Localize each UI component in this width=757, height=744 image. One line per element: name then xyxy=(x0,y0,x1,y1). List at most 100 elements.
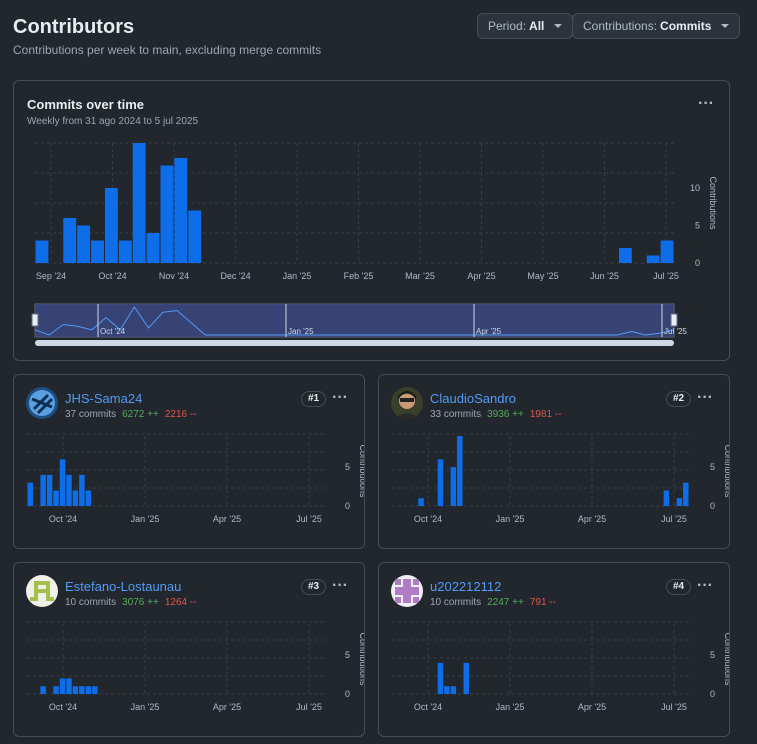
rank-badge: #1 xyxy=(301,391,327,407)
range-handle-right[interactable] xyxy=(670,313,678,327)
contributions-prefix: Contributions: xyxy=(583,19,658,33)
bar xyxy=(59,678,66,694)
x-tick-label: Oct '24 xyxy=(414,514,442,524)
range-tick-label: Jul '25 xyxy=(664,327,687,336)
page-subtitle: Contributions per week to main, excludin… xyxy=(13,43,322,57)
x-tick-label: Apr '25 xyxy=(213,514,241,524)
y-tick-label: 5 xyxy=(710,462,715,472)
contributor-name-link[interactable]: ClaudioSandro xyxy=(430,391,516,406)
bar xyxy=(85,490,92,506)
bar xyxy=(77,225,91,263)
x-tick-label: Jan '25 xyxy=(496,514,525,524)
period-value: All xyxy=(529,19,545,33)
more-options-icon[interactable]: ··· xyxy=(697,578,713,594)
avatar[interactable] xyxy=(26,575,58,607)
main-chart: Sep '24 Oct '24 Nov '24 Dec '24 Jan '25 Feb '… xyxy=(31,142,718,346)
bar xyxy=(457,436,463,506)
bar xyxy=(53,686,59,694)
bar xyxy=(91,240,104,263)
y-tick-label: 5 xyxy=(345,462,350,472)
avatar[interactable] xyxy=(391,575,423,607)
bar xyxy=(450,467,457,506)
y-axis-label: Contributions xyxy=(723,444,729,498)
bar xyxy=(53,490,59,506)
x-tick-label: Mar '25 xyxy=(405,271,435,281)
x-tick-label: Feb '25 xyxy=(344,271,374,281)
bar xyxy=(35,240,49,263)
contributor-chart: Oct '24 Jan '25 Apr '25 Jul '25 0 5 Contributi… xyxy=(392,433,729,524)
deletions: 791 -- xyxy=(529,597,556,608)
contributor-card: Estefano-Lostaunau 10 commits 3076 ++ 1264… xyxy=(13,562,365,737)
more-options-icon[interactable]: ··· xyxy=(332,578,348,594)
x-tick-label: May '25 xyxy=(527,271,558,281)
y-tick-label: 5 xyxy=(710,650,715,660)
additions: 3076 ++ xyxy=(122,597,159,608)
rank-badge: #2 xyxy=(666,391,692,407)
x-tick-label: Sep '24 xyxy=(36,271,66,281)
x-tick-label: Apr '25 xyxy=(213,702,241,712)
more-options-icon[interactable]: ··· xyxy=(698,96,714,112)
bar xyxy=(59,459,66,506)
contributor-name-link[interactable]: JHS-Sama24 xyxy=(65,391,142,406)
more-options-icon[interactable]: ··· xyxy=(332,390,348,406)
x-tick-label: Jun '25 xyxy=(590,271,619,281)
chart-title: Commits over time xyxy=(27,97,145,112)
bar xyxy=(437,459,444,506)
contributor-stats: 37 commits 6272 ++ 2216 -- xyxy=(65,409,197,420)
additions: 3936 ++ xyxy=(487,409,524,420)
x-tick-label: Nov '24 xyxy=(159,271,189,281)
x-tick-label: Jul '25 xyxy=(661,702,687,712)
contributor-chart: Oct '24 Jan '25 Apr '25 Jul '25 0 5 Contributi… xyxy=(392,621,729,712)
commit-count[interactable]: 33 commits xyxy=(430,409,481,420)
bar xyxy=(132,143,146,263)
bar xyxy=(40,474,46,506)
avatar[interactable] xyxy=(391,387,423,419)
bar xyxy=(46,474,53,506)
y-tick-label: 0 xyxy=(710,689,715,699)
x-tick-label: Jan '25 xyxy=(283,271,312,281)
range-handle-left[interactable] xyxy=(31,313,39,327)
x-tick-label: Jul '25 xyxy=(296,702,322,712)
rank-badge: #4 xyxy=(666,579,692,595)
x-tick-label: Apr '25 xyxy=(578,514,606,524)
contributions-dropdown[interactable]: Contributions: Commits xyxy=(572,13,741,39)
bar xyxy=(92,686,98,694)
x-tick-label: Oct '24 xyxy=(49,702,77,712)
bar xyxy=(676,498,683,506)
bar xyxy=(660,240,674,263)
more-options-icon[interactable]: ··· xyxy=(697,390,713,406)
bar xyxy=(463,662,469,694)
contributor-chart: Oct '24 Jan '25 Apr '25 Jul '25 0 5 Contributi… xyxy=(27,621,364,712)
commit-count[interactable]: 37 commits xyxy=(65,409,116,420)
y-tick-label: 0 xyxy=(710,501,715,511)
x-tick-label: Oct '24 xyxy=(98,271,126,281)
x-tick-label: Oct '24 xyxy=(414,702,442,712)
bar xyxy=(66,678,72,694)
contributor-name-link[interactable]: Estefano-Lostaunau xyxy=(65,579,181,594)
x-tick-label: Jul '25 xyxy=(296,514,322,524)
avatar[interactable] xyxy=(26,387,58,419)
contributor-card: u202212112 10 commits 2247 ++ 791 -- #4 ··… xyxy=(378,562,730,737)
chevron-down-icon xyxy=(721,24,730,28)
range-tick-label: Apr '25 xyxy=(476,327,502,336)
chart-subtitle: Weekly from 31 ago 2024 to 5 jul 2025 xyxy=(27,116,199,127)
bar xyxy=(85,686,92,694)
additions: 6272 ++ xyxy=(122,409,159,420)
bar xyxy=(63,218,77,263)
x-tick-label: Apr '25 xyxy=(578,702,606,712)
commit-count[interactable]: 10 commits xyxy=(65,597,116,608)
deletions: 1264 -- xyxy=(164,597,197,608)
contributor-card: JHS-Sama24 37 commits 6272 ++ 2216 -- #1 ·… xyxy=(13,374,365,549)
contributor-name-link[interactable]: u202212112 xyxy=(430,579,501,594)
contributor-stats: 10 commits 3076 ++ 1264 -- xyxy=(65,597,197,608)
y-axis-label: Contributions xyxy=(723,632,729,686)
y-tick-label: 0 xyxy=(345,689,350,699)
commit-count[interactable]: 10 commits xyxy=(430,597,481,608)
x-tick-label: Jan '25 xyxy=(131,514,160,524)
y-axis-label: Contributions xyxy=(358,444,364,498)
y-axis-label: Contributions xyxy=(358,632,364,686)
range-scrollbar[interactable] xyxy=(35,340,674,346)
bar xyxy=(188,210,202,263)
period-dropdown[interactable]: Period: All xyxy=(477,13,574,39)
period-prefix: Period: xyxy=(488,19,527,33)
